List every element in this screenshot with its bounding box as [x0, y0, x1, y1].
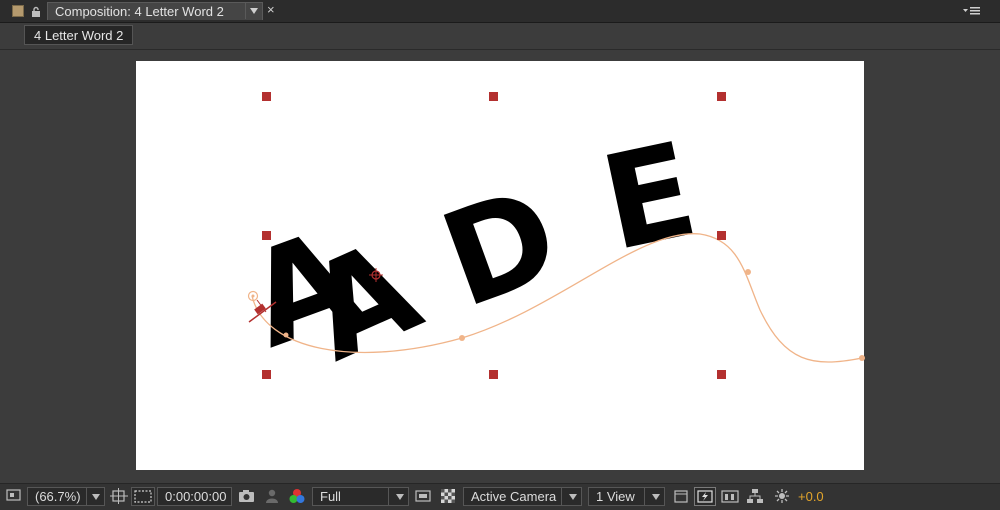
composition-tab-dropdown[interactable]	[245, 3, 262, 19]
composition-tab-label: Composition: 4 Letter Word 2	[55, 4, 224, 19]
reset-exposure-icon[interactable]	[773, 488, 791, 506]
target-region-icon[interactable]	[415, 488, 433, 506]
region-of-interest-icon[interactable]	[131, 487, 155, 506]
panel-tab-bar: Composition: 4 Letter Word 2 ×	[0, 0, 1000, 23]
divider	[86, 488, 87, 505]
transform-handle[interactable]	[717, 92, 726, 101]
chevron-down-icon	[569, 494, 577, 500]
always-preview-icon[interactable]	[6, 488, 24, 506]
channel-icon[interactable]	[288, 488, 306, 506]
chevron-down-icon	[396, 494, 404, 500]
exposure-value[interactable]: +0.0	[798, 489, 824, 504]
transform-handle[interactable]	[489, 92, 498, 101]
keyframe-point[interactable]	[859, 355, 865, 361]
snapshot-icon[interactable]	[238, 488, 256, 506]
resolution-value: Full	[320, 489, 341, 504]
divider	[561, 488, 562, 505]
divider	[644, 488, 645, 505]
transparency-grid-icon[interactable]	[440, 488, 458, 506]
chevron-down-icon	[250, 8, 258, 14]
lock-icon[interactable]	[30, 5, 42, 17]
transform-handle[interactable]	[262, 370, 271, 379]
fast-preview-icon[interactable]	[694, 487, 716, 506]
timecode-value: 0:00:00:00	[165, 489, 227, 504]
composition-canvas[interactable]: A A D E	[0, 50, 1000, 482]
composition-viewer[interactable]: A A D E	[0, 50, 1000, 482]
transform-handle[interactable]	[489, 370, 498, 379]
keyframe-point[interactable]	[745, 269, 751, 275]
toggle-pixel-aspect-icon[interactable]	[672, 488, 690, 506]
composition-navigator-bar: 4 Letter Word 2	[0, 23, 1000, 50]
camera-view-value: Active Camera	[471, 489, 557, 504]
keyframe-point[interactable]	[283, 332, 289, 338]
flowchart-icon[interactable]	[746, 488, 764, 506]
transform-handle[interactable]	[262, 92, 271, 101]
viewer-toolbar: (66.7%) 0:00:00:00 Full Active Camera 1 …	[0, 483, 1000, 510]
keyframe-point[interactable]	[459, 335, 465, 341]
transform-handle[interactable]	[262, 231, 271, 240]
title-action-safe-icon[interactable]	[110, 488, 128, 506]
close-tab-button[interactable]: ×	[267, 2, 275, 17]
magnification-dropdown[interactable]: (66.7%)	[27, 487, 105, 506]
divider	[388, 488, 389, 505]
transform-handle[interactable]	[717, 231, 726, 240]
current-time-field[interactable]: 0:00:00:00	[157, 487, 232, 506]
magnification-value: (66.7%)	[35, 489, 81, 504]
view-layout-dropdown[interactable]: 1 View	[588, 487, 665, 506]
transform-handle[interactable]	[717, 370, 726, 379]
chevron-down-icon	[652, 494, 660, 500]
timeline-icon[interactable]	[721, 488, 739, 506]
composition-tab[interactable]: Composition: 4 Letter Word 2	[47, 2, 263, 20]
show-snapshot-icon[interactable]	[264, 488, 282, 506]
composition-breadcrumb[interactable]: 4 Letter Word 2	[24, 25, 134, 45]
chevron-down-icon	[92, 494, 100, 500]
label-color-swatch[interactable]	[12, 5, 24, 17]
panel-menu-icon[interactable]	[962, 4, 984, 23]
view-layout-value: 1 View	[596, 489, 635, 504]
resolution-dropdown[interactable]: Full	[312, 487, 409, 506]
camera-view-dropdown[interactable]: Active Camera	[463, 487, 582, 506]
